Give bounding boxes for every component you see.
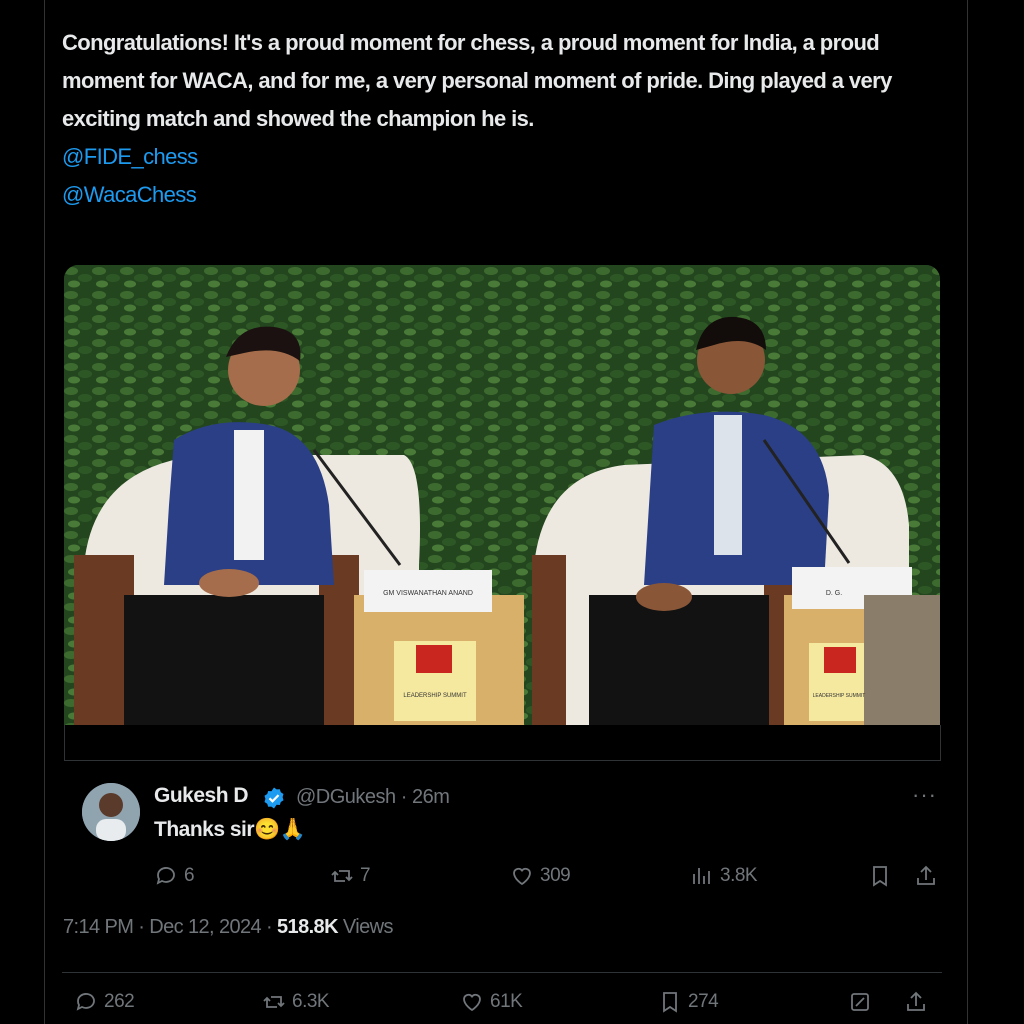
like-icon (513, 867, 531, 886)
right-sign-text: LEADERSHIP SUMMIT (813, 693, 866, 699)
share-icon (907, 991, 925, 1011)
tweet-action-bar: 262 6.3K 61K 274 (62, 990, 942, 1024)
reply-button[interactable]: 262 (74, 990, 135, 1014)
tweet-photo[interactable]: GM VISWANATHAN ANAND D. G. LEADERSHIP SU… (64, 265, 940, 725)
reply-text: Thanks sir😊🙏 (154, 818, 306, 841)
share-button[interactable] (904, 990, 928, 1014)
grok-icon (851, 993, 869, 1011)
repost-icon (331, 870, 353, 882)
reply-handle-time[interactable]: @DGukesh · 26m (296, 786, 450, 809)
verified-badge-icon (264, 787, 284, 809)
bookmark-count: 274 (688, 991, 719, 1012)
right-nameplate-text: D. G. (826, 590, 842, 597)
avatar-image (82, 783, 140, 841)
grok-button[interactable] (848, 990, 872, 1014)
left-nameplate-text: GM VISWANATHAN ANAND (383, 590, 473, 597)
reply-repost-button[interactable]: 7 (330, 864, 371, 888)
reply-share-button[interactable] (914, 864, 938, 888)
quote-border-right (940, 725, 941, 761)
action-divider (62, 972, 942, 973)
reply-icon (156, 867, 175, 885)
reply-views-button[interactable]: 3.8K (690, 864, 758, 888)
reply-repost-count: 7 (360, 865, 371, 886)
views-count: 518.8K (277, 916, 339, 938)
repost-count: 6.3K (292, 991, 330, 1012)
more-icon[interactable]: ··· (912, 782, 937, 808)
reply-like-button[interactable]: 309 (510, 864, 571, 888)
reply-reply-count: 6 (184, 865, 195, 886)
tweet-timestamp[interactable]: 7:14 PM · Dec 12, 2024 · 518.8K Views (63, 916, 394, 939)
bookmark-icon (663, 992, 677, 1013)
avatar[interactable] (82, 783, 140, 841)
reply-like-count: 309 (540, 865, 571, 886)
reply-reply-button[interactable]: 6 (154, 864, 195, 888)
reply-icon (76, 993, 95, 1011)
reply-bookmark-button[interactable] (868, 864, 892, 888)
views-icon (693, 868, 710, 884)
like-count: 61K (490, 991, 523, 1012)
timestamp-text: 7:14 PM · Dec 12, 2024 · (63, 916, 273, 938)
tweet-body: Congratulations! It's a proud moment for… (62, 30, 892, 131)
reply-action-bar: 6 7 309 3.8K (154, 864, 944, 898)
reply-count: 262 (104, 991, 135, 1012)
reply-author-name[interactable]: Gukesh D (154, 784, 249, 808)
left-sign-text: LEADERSHIP SUMMIT (403, 693, 467, 699)
share-icon (917, 865, 935, 885)
quote-border-bottom (64, 760, 940, 761)
reply-views-count: 3.8K (720, 865, 758, 886)
bookmark-icon (873, 866, 887, 887)
mention-waca[interactable]: @WacaChess (62, 176, 952, 214)
views-label: Views (342, 916, 394, 938)
photo-illustration: GM VISWANATHAN ANAND D. G. LEADERSHIP SU… (64, 265, 940, 725)
mention-fide[interactable]: @FIDE_chess (62, 138, 952, 176)
repost-icon (263, 996, 285, 1008)
quote-border-left (64, 725, 65, 761)
tweet-text: Congratulations! It's a proud moment for… (62, 24, 952, 214)
bookmark-button[interactable]: 274 (658, 990, 719, 1014)
repost-button[interactable]: 6.3K (262, 990, 330, 1014)
like-icon (463, 993, 481, 1012)
like-button[interactable]: 61K (460, 990, 523, 1014)
